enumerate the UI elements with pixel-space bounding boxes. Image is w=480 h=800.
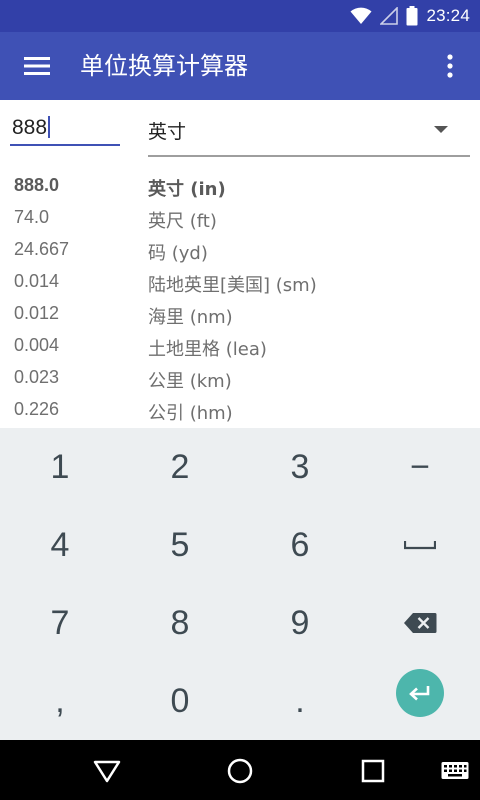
result-row[interactable]: 74.0 英尺 (ft) bbox=[0, 202, 480, 234]
unit-select[interactable]: 英寸 bbox=[148, 114, 468, 146]
key-comma[interactable]: , bbox=[0, 662, 120, 740]
app-title: 单位换算计算器 bbox=[80, 52, 248, 80]
key-enter[interactable] bbox=[360, 654, 480, 732]
home-icon[interactable] bbox=[223, 754, 257, 788]
result-row[interactable]: 888.0 英寸 (in) bbox=[0, 170, 480, 202]
key-7[interactable]: 7 bbox=[0, 584, 120, 662]
key-5[interactable]: 5 bbox=[120, 506, 240, 584]
result-value: 0.014 bbox=[14, 271, 60, 291]
result-unit: 陆地英里[美国] (sm) bbox=[148, 275, 317, 296]
result-unit: 土地里格 (lea) bbox=[148, 339, 267, 360]
key-3[interactable]: 3 bbox=[240, 428, 360, 506]
result-value: 0.012 bbox=[14, 303, 60, 323]
result-unit: 海里 (nm) bbox=[148, 307, 233, 328]
recents-icon[interactable] bbox=[356, 754, 390, 788]
result-row[interactable]: 0.226 公引 (hm) bbox=[0, 394, 480, 426]
result-value: 0.023 bbox=[14, 367, 60, 387]
key-2[interactable]: 2 bbox=[120, 428, 240, 506]
result-row[interactable]: 0.004 土地里格 (lea) bbox=[0, 330, 480, 362]
back-icon[interactable] bbox=[90, 754, 124, 788]
space-icon bbox=[404, 540, 436, 550]
result-row[interactable]: 0.014 陆地英里[美国] (sm) bbox=[0, 266, 480, 298]
unit-select-underline bbox=[148, 155, 470, 157]
wifi-icon bbox=[350, 7, 372, 25]
key-4[interactable]: 4 bbox=[0, 506, 120, 584]
key-dot[interactable]: . bbox=[240, 662, 360, 740]
result-value: 74.0 bbox=[14, 207, 50, 227]
key-1[interactable]: 1 bbox=[0, 428, 120, 506]
key-6[interactable]: 6 bbox=[240, 506, 360, 584]
result-value: 888.0 bbox=[14, 175, 60, 195]
key-0[interactable]: 0 bbox=[120, 662, 240, 740]
results-list: 888.0 英寸 (in) 74.0 英尺 (ft) 24.667 码 (yd)… bbox=[0, 170, 480, 428]
app-bar: 单位换算计算器 bbox=[0, 32, 480, 100]
unit-select-label: 英寸 bbox=[148, 121, 187, 143]
menu-icon[interactable] bbox=[24, 54, 52, 78]
key-9[interactable]: 9 bbox=[240, 584, 360, 662]
backspace-icon bbox=[403, 612, 437, 634]
dropdown-arrow-icon bbox=[434, 126, 448, 133]
more-vert-icon[interactable] bbox=[440, 52, 460, 80]
result-unit: 码 (yd) bbox=[148, 243, 208, 264]
result-row[interactable]: 24.667 码 (yd) bbox=[0, 234, 480, 266]
result-value: 0.004 bbox=[14, 335, 60, 355]
result-unit: 公引 (hm) bbox=[148, 403, 233, 424]
battery-icon bbox=[406, 6, 418, 26]
result-value: 0.226 bbox=[14, 399, 60, 419]
key-8[interactable]: 8 bbox=[120, 584, 240, 662]
key-minus[interactable]: − bbox=[360, 428, 480, 506]
key-backspace[interactable] bbox=[360, 584, 480, 662]
result-unit: 公里 (km) bbox=[148, 371, 232, 392]
nav-bar bbox=[0, 740, 480, 800]
result-row[interactable]: 0.012 海里 (nm) bbox=[0, 298, 480, 330]
status-bar: 23:24 bbox=[0, 0, 480, 32]
number-input[interactable]: 888 bbox=[12, 116, 120, 146]
number-input-underline bbox=[10, 144, 120, 146]
result-value: 24.667 bbox=[14, 239, 70, 259]
number-input-value: 888 bbox=[12, 116, 48, 139]
status-time: 23:24 bbox=[426, 6, 470, 25]
key-space[interactable] bbox=[360, 506, 480, 584]
signal-icon bbox=[380, 7, 399, 25]
text-caret bbox=[48, 116, 51, 138]
keyboard-icon[interactable] bbox=[438, 754, 472, 788]
result-unit: 英寸 (in) bbox=[148, 179, 226, 200]
result-row[interactable]: 0.023 公里 (km) bbox=[0, 362, 480, 394]
keypad: 1 2 3 − 4 5 6 7 8 9 , 0 . bbox=[0, 428, 480, 740]
enter-icon bbox=[396, 669, 444, 717]
result-unit: 英尺 (ft) bbox=[148, 211, 217, 232]
